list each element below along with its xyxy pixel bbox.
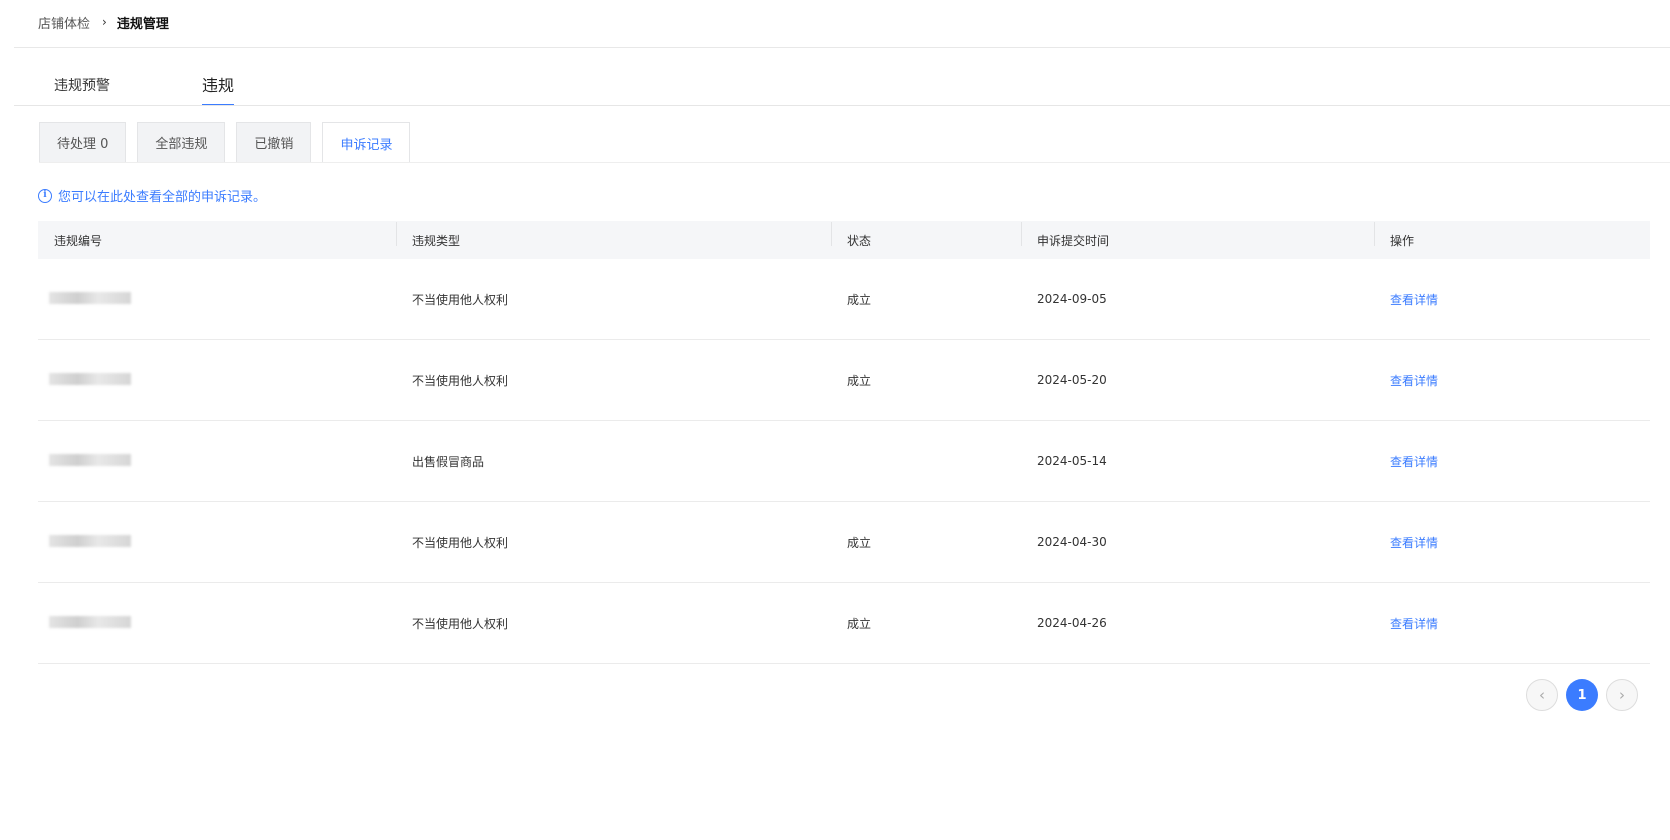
breadcrumb: 店铺体检 › 违规管理 xyxy=(38,12,169,32)
violation-id-cell xyxy=(38,291,396,307)
status-cell: 成立 xyxy=(847,535,872,550)
subtab-revoked[interactable]: 已撤销 xyxy=(236,122,312,162)
view-details-link[interactable]: 查看详情 xyxy=(1390,455,1438,469)
view-details-link[interactable]: 查看详情 xyxy=(1390,293,1438,307)
status-cell: 成立 xyxy=(847,373,872,388)
header-violation-id: 违规编号 xyxy=(54,233,103,248)
subtab-appeal-records[interactable]: 申诉记录 xyxy=(322,122,411,163)
page-number-current[interactable]: 1 xyxy=(1566,679,1598,711)
header-violation-type: 违规类型 xyxy=(396,221,831,249)
header-status: 状态 xyxy=(831,221,1021,249)
table-row: 不当使用他人权利 成立 2024-09-05 查看详情 xyxy=(38,259,1650,340)
chevron-right-icon[interactable]: › xyxy=(1606,679,1638,711)
pagination: ‹ 1 › xyxy=(1518,679,1638,711)
table-row: 不当使用他人权利 成立 2024-04-26 查看详情 xyxy=(38,583,1650,664)
redacted-id xyxy=(49,291,131,304)
violation-type-cell: 不当使用他人权利 xyxy=(412,292,509,307)
submit-time-cell: 2024-05-14 xyxy=(1037,454,1107,468)
table-row: 不当使用他人权利 成立 2024-04-30 查看详情 xyxy=(38,502,1650,583)
view-details-link[interactable]: 查看详情 xyxy=(1390,536,1438,550)
submit-time-cell: 2024-09-05 xyxy=(1037,292,1107,306)
info-notice: i 您可以在此处查看全部的申诉记录。 xyxy=(38,186,266,205)
status-cell: 成立 xyxy=(847,292,872,307)
redacted-id xyxy=(49,453,131,466)
table-row: 不当使用他人权利 成立 2024-05-20 查看详情 xyxy=(38,340,1650,421)
tabs-divider xyxy=(14,105,1670,106)
submit-time-cell: 2024-05-20 xyxy=(1037,373,1107,387)
redacted-id xyxy=(49,615,131,628)
view-details-link[interactable]: 查看详情 xyxy=(1390,374,1438,388)
violation-id-cell xyxy=(38,372,396,388)
sub-tabs: 待处理 0 全部违规 已撤销 申诉记录 xyxy=(39,122,421,163)
redacted-id xyxy=(49,534,131,547)
breadcrumb-current: 违规管理 xyxy=(116,16,169,32)
tab-violation[interactable]: 违规 xyxy=(202,68,235,106)
violation-id-cell xyxy=(38,453,396,469)
submit-time-cell: 2024-04-26 xyxy=(1037,616,1107,630)
subtab-pending[interactable]: 待处理 0 xyxy=(39,122,127,162)
violation-type-cell: 不当使用他人权利 xyxy=(412,373,509,388)
violation-type-cell: 出售假冒商品 xyxy=(412,454,485,469)
status-cell: 成立 xyxy=(847,616,872,631)
subtabs-divider xyxy=(39,162,1670,163)
chevron-left-icon[interactable]: ‹ xyxy=(1526,679,1558,711)
redacted-id xyxy=(49,372,131,385)
subtab-all-violations[interactable]: 全部违规 xyxy=(137,122,226,162)
tab-violation-warning[interactable]: 违规预警 xyxy=(54,68,110,106)
violation-type-cell: 不当使用他人权利 xyxy=(412,535,509,550)
header-submit-time: 申诉提交时间 xyxy=(1021,221,1374,249)
notice-text: 您可以在此处查看全部的申诉记录。 xyxy=(58,190,267,205)
violation-id-cell xyxy=(38,615,396,631)
view-details-link[interactable]: 查看详情 xyxy=(1390,617,1438,631)
chevron-right-icon: › xyxy=(102,15,107,29)
table-header: 违规编号 违规类型 状态 申诉提交时间 操作 xyxy=(38,221,1650,259)
header-action: 操作 xyxy=(1374,221,1650,249)
table-row: 出售假冒商品 2024-05-14 查看详情 xyxy=(38,421,1650,502)
violation-type-cell: 不当使用他人权利 xyxy=(412,616,509,631)
table-body: 不当使用他人权利 成立 2024-09-05 查看详情 不当使用他人权利 成立 … xyxy=(38,259,1650,664)
info-icon: i xyxy=(38,188,52,203)
submit-time-cell: 2024-04-30 xyxy=(1037,535,1107,549)
main-tabs: 违规预警 违规 xyxy=(54,68,235,106)
appeal-records-table: 违规编号 违规类型 状态 申诉提交时间 操作 不当使用他人权利 成立 2024-… xyxy=(38,221,1650,664)
breadcrumb-parent[interactable]: 店铺体检 xyxy=(38,13,90,32)
violation-id-cell xyxy=(38,534,396,550)
header-divider xyxy=(14,47,1670,48)
